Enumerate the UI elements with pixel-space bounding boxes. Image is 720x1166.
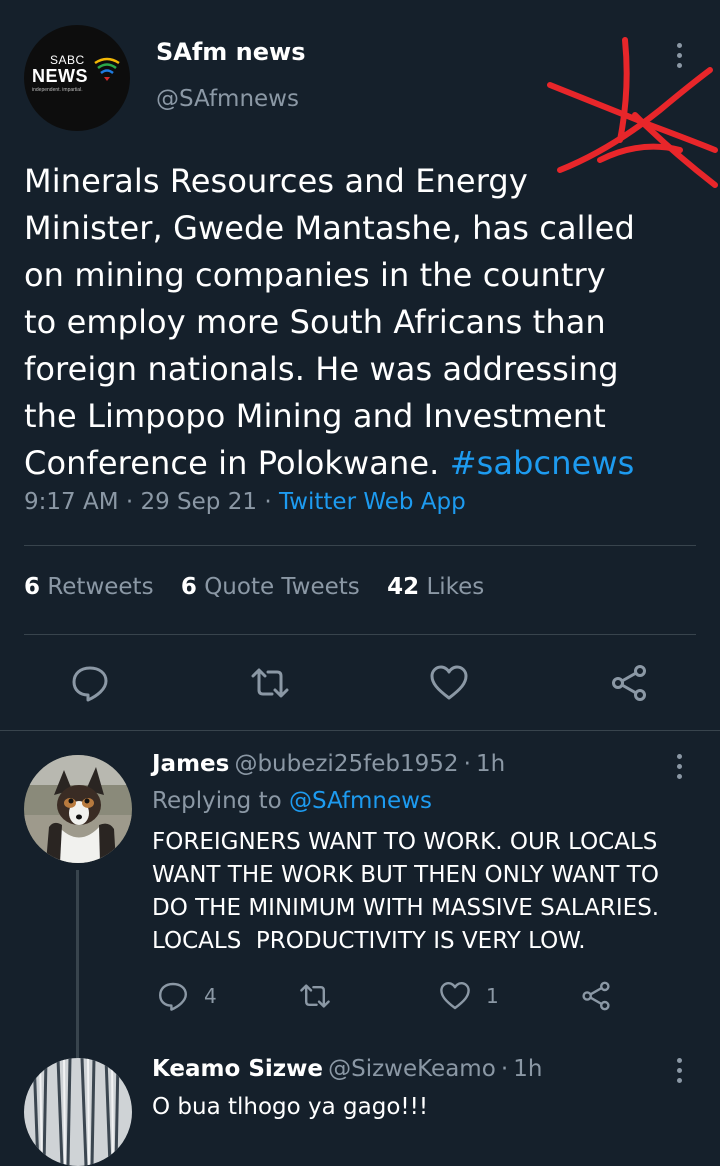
avatar-logo-news: NEWS (32, 66, 88, 86)
reply-age[interactable]: 1h (476, 751, 505, 777)
reply-handle[interactable]: @bubezi25feb1952 (234, 751, 458, 777)
more-icon[interactable] (677, 1058, 685, 1088)
retweet-icon[interactable] (250, 663, 290, 703)
user-handle[interactable]: @SAfmnews (156, 86, 299, 112)
quotes-label: Quote Tweets (204, 574, 360, 600)
separator-dot: · (264, 489, 272, 515)
reply-header: Keamo Sizwe @SizweKeamo · 1h (152, 1056, 543, 1082)
tweet-text-line: the Limpopo Mining and Investment (24, 397, 606, 435)
reply-count: 4 (204, 984, 217, 1008)
avatar-logo-tagline: independent. impartial. (32, 87, 83, 93)
reply-display-name[interactable]: Keamo Sizwe (152, 1056, 323, 1082)
replying-to: Replying to @SAfmnews (152, 788, 432, 814)
thread-line (76, 870, 79, 1058)
retweets-label: Retweets (47, 574, 154, 600)
tweet-text-line: Conference in Polokwane. #sabcnews (24, 440, 684, 487)
display-name[interactable]: SAfm news (156, 38, 305, 66)
reply-text-line: FOREIGNERS WANT TO WORK. OUR LOCALS (152, 829, 658, 855)
tweet-text-line: Minister, Gwede Mantashe, has called (24, 209, 635, 247)
quotes-count: 6 (180, 574, 197, 600)
engagement-stats: 6 Retweets 6 Quote Tweets 42 Likes (24, 574, 484, 600)
reply-header: James @bubezi25feb1952 · 1h (152, 751, 505, 777)
separator-dot: · (463, 751, 471, 777)
tweet-meta: 9:17 AM · 29 Sep 21 · Twitter Web App (24, 489, 466, 515)
retweets-stat[interactable]: 6 Retweets (24, 574, 154, 600)
share-icon[interactable] (580, 980, 612, 1016)
tweet-text-last: Conference in Polokwane. (24, 444, 440, 482)
reply-handle[interactable]: @SizweKeamo (328, 1056, 496, 1082)
reply-text-line: WANT THE WORK BUT THEN ONLY WANT TO (152, 862, 659, 888)
reply-display-name[interactable]: James (152, 751, 229, 777)
tweet-text-line: Minerals Resources and Energy (24, 162, 528, 200)
reply-avatar[interactable] (24, 755, 132, 863)
share-icon[interactable] (609, 663, 649, 703)
likes-stat[interactable]: 42 Likes (387, 574, 484, 600)
reply-icon[interactable] (157, 980, 189, 1016)
hashtag-link[interactable]: #sabcnews (450, 444, 635, 482)
avatar[interactable]: SABC NEWS independent. impartial. (24, 25, 130, 131)
likes-label: Likes (426, 574, 485, 600)
tweet-source[interactable]: Twitter Web App (279, 489, 466, 515)
tweet-text-line: foreign nationals. He was addressing (24, 350, 619, 388)
replying-to-handle[interactable]: @SAfmnews (289, 788, 432, 814)
divider (24, 545, 696, 546)
like-count: 1 (486, 984, 499, 1008)
tweet-text: Minerals Resources and Energy Minister, … (24, 158, 684, 487)
likes-count: 42 (387, 574, 420, 600)
more-icon[interactable] (677, 754, 685, 784)
tweet-time[interactable]: 9:17 AM (24, 489, 119, 515)
like-icon[interactable] (439, 980, 471, 1016)
retweet-icon[interactable] (299, 980, 331, 1016)
quotes-stat[interactable]: 6 Quote Tweets (181, 574, 360, 600)
divider (24, 634, 696, 635)
divider (0, 730, 720, 731)
signal-logo-icon (94, 57, 120, 81)
reply-avatar[interactable] (24, 1058, 132, 1166)
dog-photo-icon (24, 755, 132, 863)
separator-dot: · (500, 1056, 509, 1082)
reply-icon[interactable] (70, 663, 110, 703)
tweet-text-line: on mining companies in the country (24, 256, 606, 294)
profile-photo-icon (24, 1058, 132, 1166)
tweet-date[interactable]: 29 Sep 21 (140, 489, 257, 515)
reply-text-line: DO THE MINIMUM WITH MASSIVE SALARIES. (152, 895, 660, 921)
separator-dot: · (125, 489, 134, 515)
reply-text: FOREIGNERS WANT TO WORK. OUR LOCALS WANT… (152, 826, 712, 958)
replying-to-label: Replying to (152, 788, 282, 814)
like-icon[interactable] (429, 663, 469, 703)
avatar-logo-sabc: SABC (50, 53, 85, 67)
tweet-text-line: to employ more South Africans than (24, 303, 606, 341)
retweets-count: 6 (24, 574, 41, 600)
reply-text-line: LOCALS PRODUCTIVITY IS VERY LOW. (152, 928, 586, 954)
reply-text: O bua tlhogo ya gago!!! (152, 1094, 429, 1120)
reply-age[interactable]: 1h (513, 1056, 542, 1082)
